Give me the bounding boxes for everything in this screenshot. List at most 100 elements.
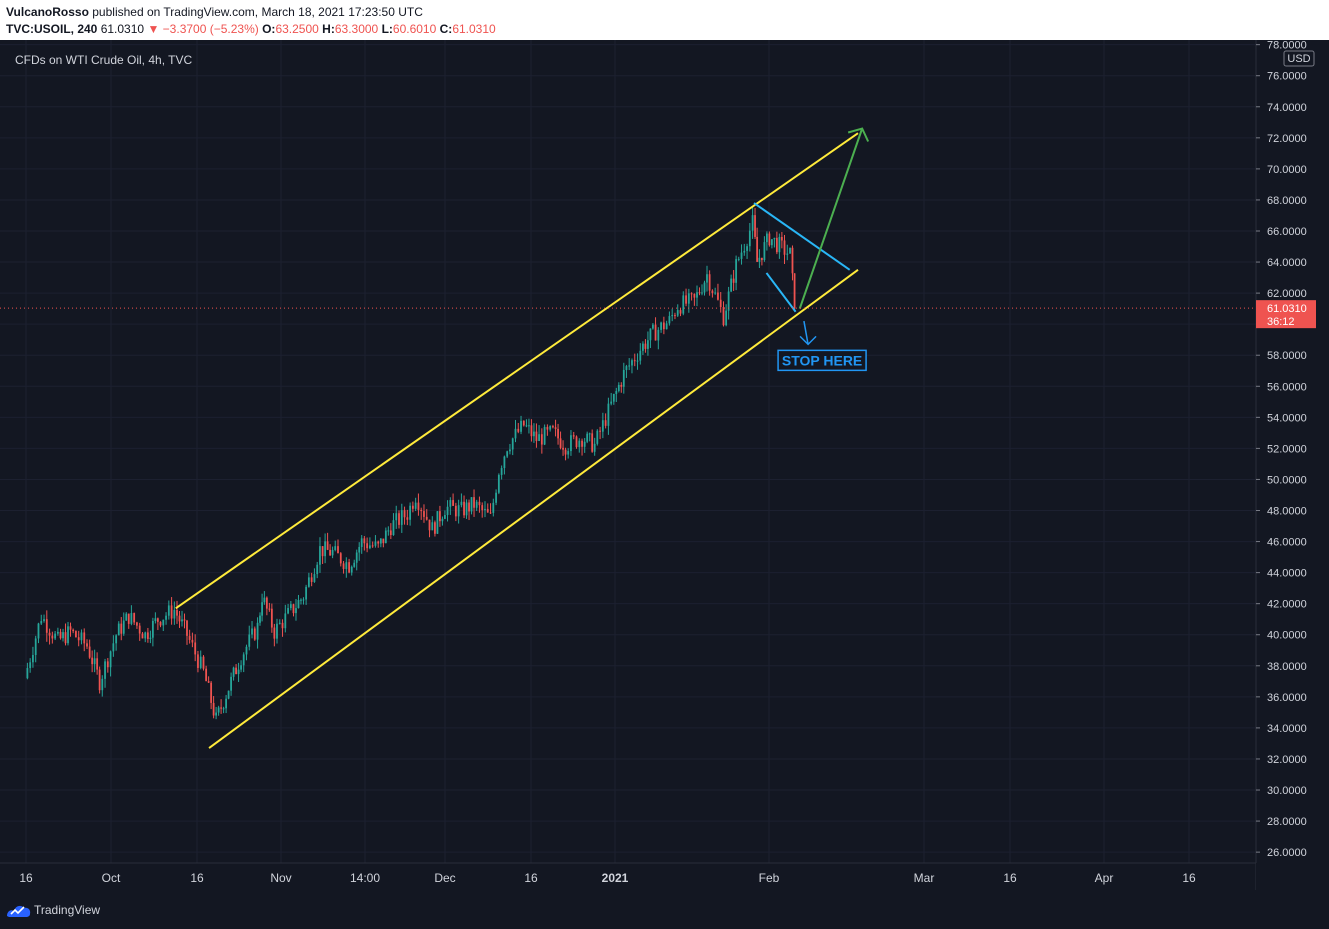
candle-body xyxy=(676,310,679,316)
candle-body xyxy=(591,433,594,452)
candle-body xyxy=(117,623,120,636)
time-tick-16-12: 16 xyxy=(1182,871,1196,885)
time-tick-16-6: 16 xyxy=(524,871,538,885)
last-price-countdown: 36:12 xyxy=(1267,316,1295,328)
close-value: 61.0310 xyxy=(452,22,496,36)
candle-body xyxy=(67,626,69,644)
price-tick-78-0000: 78.0000 xyxy=(1267,40,1307,52)
candle-body xyxy=(194,642,197,655)
candle-body xyxy=(786,253,789,255)
candle-body xyxy=(37,623,40,639)
candle-body xyxy=(212,702,215,716)
candle-body xyxy=(654,324,657,341)
candle-body xyxy=(225,698,227,709)
candle-body xyxy=(72,629,75,632)
price-tick-70-0000: 70.0000 xyxy=(1267,164,1307,176)
candle-body xyxy=(259,615,261,623)
candle-body xyxy=(743,250,746,253)
candle-body xyxy=(353,562,356,567)
stop-label[interactable]: STOP HERE xyxy=(777,349,867,372)
candle-body xyxy=(722,307,725,326)
candle-body xyxy=(377,541,380,544)
candle-body xyxy=(714,292,717,294)
candle-body xyxy=(662,322,665,330)
tradingview-logo-icon[interactable] xyxy=(6,902,32,918)
price-chart[interactable]: 78.0000 76.0000 74.0000 72.0000 70.0000 68.00… xyxy=(0,40,1329,890)
candle-body xyxy=(444,514,446,519)
candle-body xyxy=(495,492,497,503)
candle-body xyxy=(559,438,562,448)
candle-body xyxy=(319,546,321,565)
candle-body xyxy=(425,516,428,520)
candle-body xyxy=(115,635,118,644)
candle-body xyxy=(717,292,719,300)
candle-body xyxy=(657,329,660,341)
candle-body xyxy=(687,293,690,304)
candle-body xyxy=(500,468,503,475)
candle-body xyxy=(146,632,149,639)
candle-body xyxy=(292,604,295,614)
close-label: C: xyxy=(439,22,453,36)
candle-body xyxy=(141,633,144,639)
candle-body xyxy=(324,541,327,557)
candle-body xyxy=(232,667,235,677)
time-tick-apr-11: Apr xyxy=(1095,871,1114,885)
candle-body xyxy=(763,242,766,261)
price-tick-44-0000: 44.0000 xyxy=(1267,568,1307,580)
candle-body xyxy=(45,619,48,633)
candle-body xyxy=(581,440,583,447)
candle-body xyxy=(409,505,412,520)
candle-body xyxy=(567,451,570,455)
unit-badge[interactable]: USD xyxy=(1283,50,1315,67)
candle-body xyxy=(554,427,557,429)
candle-body xyxy=(535,431,538,442)
tradingview-brand[interactable]: TradingView xyxy=(34,903,100,917)
candle-body xyxy=(265,597,268,609)
author-name[interactable]: VulcanoRosso xyxy=(6,5,89,19)
candle-body xyxy=(620,384,623,387)
candle-body xyxy=(633,360,636,362)
candle-body xyxy=(406,517,409,520)
candle-body xyxy=(761,257,763,261)
candle-body xyxy=(289,604,292,609)
candle-body xyxy=(765,233,768,243)
candle-body xyxy=(379,538,382,544)
candle-body xyxy=(460,501,463,506)
candle-body xyxy=(281,622,284,629)
candle-body xyxy=(29,662,32,669)
candle-body xyxy=(475,501,478,508)
candle-body xyxy=(268,608,271,610)
candle-body xyxy=(151,620,154,638)
candle-body xyxy=(698,292,701,294)
axis-corner xyxy=(1256,863,1329,890)
candle-body xyxy=(528,425,530,427)
candle-body xyxy=(313,574,316,582)
candle-body xyxy=(575,436,578,448)
last-price-tag: 61.0310 36:12 xyxy=(1256,300,1316,329)
candle-body xyxy=(588,433,591,435)
price-tick-56-0000: 56.0000 xyxy=(1267,381,1307,393)
candle-body xyxy=(583,441,586,447)
price-tick-72-0000: 72.0000 xyxy=(1267,133,1307,145)
candle-body xyxy=(452,500,454,506)
candle-body xyxy=(326,541,329,550)
candle-body xyxy=(133,613,136,623)
candle-body xyxy=(463,501,465,516)
candle-body xyxy=(374,541,377,546)
candle-body xyxy=(284,613,287,629)
publish-line: VulcanoRosso published on TradingView.co… xyxy=(6,5,423,19)
candle-body xyxy=(465,502,468,516)
candle-body xyxy=(207,681,210,683)
candle-body xyxy=(106,661,109,668)
open-label: O: xyxy=(262,22,276,36)
candle-body xyxy=(220,707,223,709)
candle-body xyxy=(557,428,559,439)
price-tick-50-0000: 50.0000 xyxy=(1267,474,1307,486)
candle-body xyxy=(612,393,615,402)
candle-body xyxy=(263,597,266,603)
candle-body xyxy=(112,643,115,652)
symbol-label[interactable]: TVC:USOIL, 240 xyxy=(6,22,97,36)
candle-body xyxy=(86,643,88,647)
candle-body xyxy=(125,613,128,621)
candle-body xyxy=(91,657,94,665)
